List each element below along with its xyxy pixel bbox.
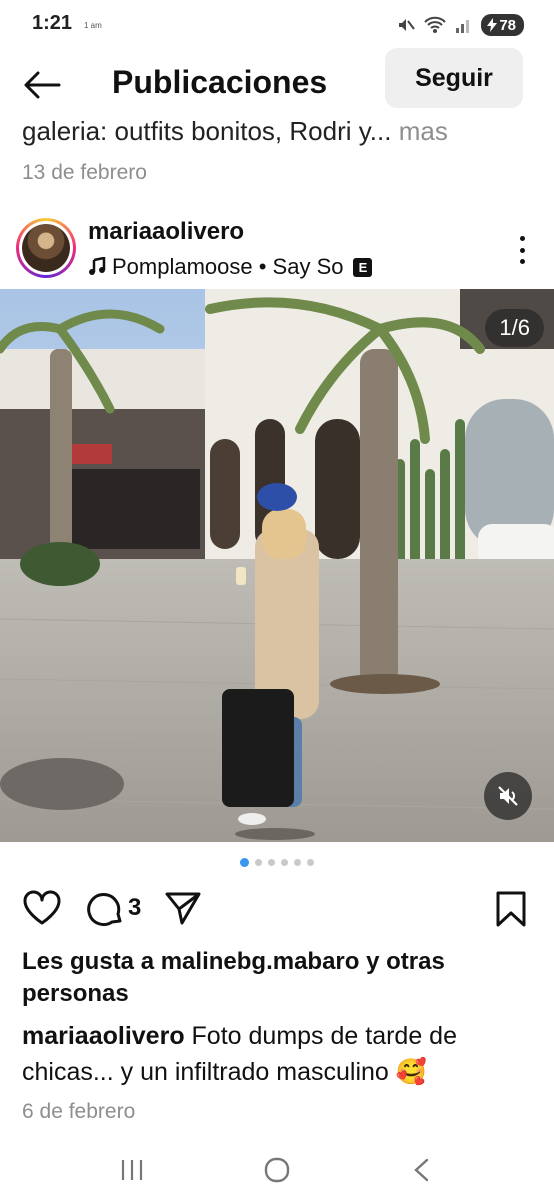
status-bar: 1:21 1 am 78 (0, 0, 554, 52)
carousel-dot (307, 859, 314, 866)
more-link[interactable]: mas (391, 116, 448, 146)
mute-button[interactable] (484, 772, 532, 820)
carousel-dot (294, 859, 301, 866)
avatar-image (22, 224, 70, 272)
avatar[interactable] (16, 218, 76, 278)
post-caption: mariaaolivero Foto dumps de tarde de chi… (22, 1018, 542, 1090)
page-title: Publicaciones (112, 64, 328, 100)
comment-icon (87, 893, 122, 927)
comment-button[interactable] (86, 890, 124, 933)
dot (519, 259, 525, 264)
previous-caption-text: galeria: outfits bonitos, Rodri y... (22, 116, 392, 146)
more-options-button[interactable] (512, 232, 532, 268)
wifi-icon (424, 16, 447, 33)
music-note-icon (89, 257, 106, 275)
dot (519, 236, 525, 241)
caption-username[interactable]: mariaaolivero (22, 1022, 185, 1050)
save-button[interactable] (494, 890, 528, 933)
send-icon (165, 892, 201, 925)
carousel-dot (268, 859, 275, 866)
carousel-dot (281, 859, 288, 866)
post-actions: 3 (0, 886, 554, 930)
heart-icon (23, 890, 61, 925)
music-track: Pomplamoose • Say So (112, 254, 344, 279)
comment-count: 3 (128, 894, 142, 921)
battery-level: 78 (499, 16, 516, 34)
recent-apps-icon[interactable] (119, 1157, 145, 1183)
system-nav-bar (0, 1140, 554, 1200)
post-date: 6 de febrero (22, 1100, 136, 1123)
likes-prefix: Les gusta a malinebg.mabaro y (22, 948, 387, 975)
status-time: 1:21 (32, 12, 73, 34)
back-button[interactable] (20, 68, 64, 102)
battery-indicator: 78 (481, 14, 524, 36)
follow-button[interactable]: Seguir (385, 48, 523, 108)
carousel-counter: 1/6 (485, 309, 544, 347)
explicit-badge: E (353, 257, 373, 277)
post-photo[interactable]: 1/6 (0, 289, 554, 842)
previous-post-caption: galeria: outfits bonitos, Rodri y... mas (22, 116, 542, 152)
back-arrow-icon (24, 71, 61, 99)
share-button[interactable] (164, 890, 202, 931)
charging-icon (487, 18, 498, 32)
previous-post-date: 13 de febrero (22, 161, 147, 184)
mute-notification-icon (399, 19, 416, 31)
likes-summary[interactable]: Les gusta a malinebg.mabaro y otras pers… (22, 946, 542, 1010)
home-icon[interactable] (263, 1156, 291, 1184)
bookmark-icon (496, 891, 526, 927)
speaker-muted-icon (498, 786, 518, 806)
carousel-indicator (0, 858, 554, 867)
top-header: Publicaciones Seguir (0, 46, 554, 124)
music-attribution[interactable]: Pomplamoose • Say So E (88, 254, 373, 280)
carousel-dot (255, 859, 262, 866)
post-header: mariaaolivero Pomplamoose • Say So E (0, 210, 554, 286)
signal-icon (456, 20, 470, 33)
dot (519, 247, 525, 253)
carousel-dot (240, 858, 249, 867)
status-time-suffix: 1 am (84, 21, 102, 30)
system-back-icon[interactable] (409, 1157, 435, 1183)
status-icons: 78 (395, 14, 524, 36)
street-scene-image (0, 289, 554, 842)
post-username[interactable]: mariaaolivero (88, 218, 244, 246)
like-button[interactable] (22, 890, 62, 931)
